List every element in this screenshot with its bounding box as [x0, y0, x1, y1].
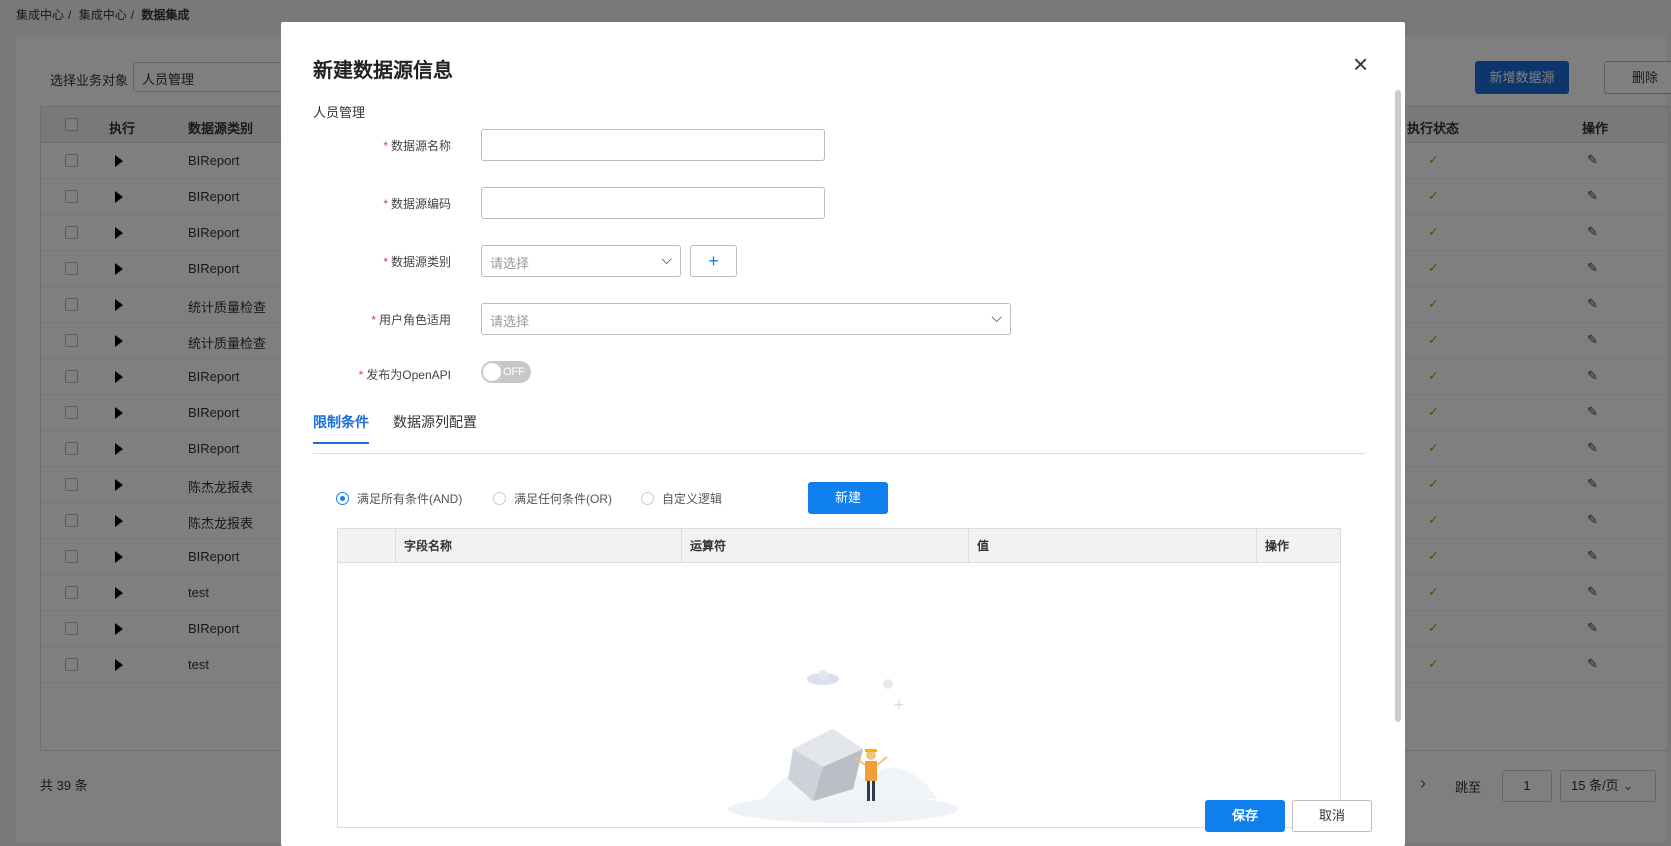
- role-select[interactable]: 请选择 ⌵: [481, 303, 1011, 335]
- col-operator: 运算符: [681, 529, 968, 563]
- openapi-toggle[interactable]: OFF: [481, 361, 531, 383]
- cancel-button[interactable]: 取消: [1292, 800, 1372, 832]
- radio-custom[interactable]: 自定义逻辑: [641, 490, 722, 507]
- scrollbar[interactable]: [1395, 90, 1401, 722]
- type-placeholder: 请选择: [490, 256, 530, 271]
- col-value: 值: [968, 529, 1256, 563]
- name-row: * 数据源名称: [281, 129, 1381, 161]
- role-label: * 用户角色适用: [371, 313, 451, 327]
- save-button[interactable]: 保存: [1205, 800, 1285, 832]
- radio-unchecked-icon: [641, 492, 654, 505]
- openapi-label: * 发布为OpenAPI: [358, 368, 451, 382]
- toggle-state: OFF: [503, 366, 525, 378]
- radio-or[interactable]: 满足任何条件(OR): [493, 490, 612, 507]
- name-input[interactable]: [481, 129, 825, 161]
- conditions-table-header: 字段名称 运算符 值 操作: [338, 529, 1340, 563]
- col-operation: 操作: [1256, 529, 1340, 563]
- chevron-down-icon: ⌵: [991, 309, 1002, 325]
- type-row: * 数据源类别 请选择 ⌵ +: [281, 245, 1381, 277]
- radio-unchecked-icon: [493, 492, 506, 505]
- svg-text:+: +: [893, 697, 905, 713]
- type-label: * 数据源类别: [383, 255, 451, 269]
- type-select[interactable]: 请选择 ⌵: [481, 245, 681, 277]
- role-row: * 用户角色适用 请选择 ⌵: [281, 303, 1381, 335]
- tab-conditions[interactable]: 限制条件: [313, 412, 369, 444]
- name-label: * 数据源名称: [383, 139, 451, 153]
- logic-radio-group: 满足所有条件(AND) 满足任何条件(OR) 自定义逻辑 新建: [336, 482, 936, 514]
- new-condition-button[interactable]: 新建: [808, 482, 888, 514]
- tab-bar: 限制条件 数据源列配置: [313, 412, 1365, 454]
- radio-checked-icon: [336, 492, 349, 505]
- tab-column-config[interactable]: 数据源列配置: [393, 412, 477, 442]
- role-placeholder: 请选择: [490, 314, 530, 329]
- toggle-knob: [483, 363, 501, 381]
- dialog-title: 新建数据源信息: [313, 60, 453, 82]
- col-field-name: 字段名称: [395, 529, 681, 563]
- code-input[interactable]: [481, 187, 825, 219]
- new-datasource-dialog: 新建数据源信息 × 人员管理 * 数据源名称 * 数据源编码 * 数据源类别 请选择 …: [281, 22, 1405, 846]
- chevron-down-icon: ⌵: [661, 251, 672, 267]
- close-icon[interactable]: ×: [1353, 51, 1368, 77]
- dialog-subtitle: 人员管理: [313, 105, 366, 120]
- code-row: * 数据源编码: [281, 187, 1381, 219]
- empty-state-illustration: +: [728, 670, 958, 823]
- add-type-button[interactable]: +: [690, 245, 737, 277]
- conditions-table: 字段名称 运算符 值 操作 +: [337, 528, 1341, 828]
- openapi-row: * 发布为OpenAPI OFF: [281, 358, 1381, 390]
- plus-icon: +: [708, 251, 719, 271]
- radio-and[interactable]: 满足所有条件(AND): [336, 490, 462, 507]
- code-label: * 数据源编码: [383, 197, 451, 211]
